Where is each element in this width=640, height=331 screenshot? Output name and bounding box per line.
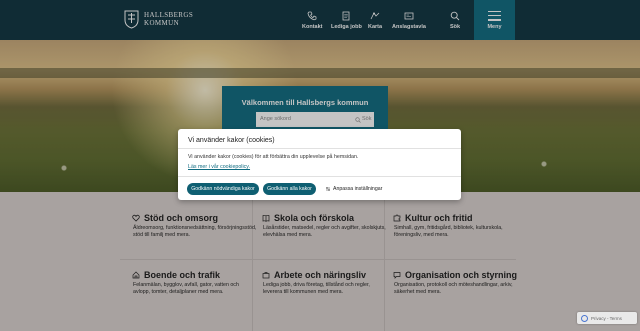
cookie-dialog-text: Vi använder kakor (cookies) för att förb…	[188, 154, 359, 160]
recaptcha-text: Privacy - Terms	[591, 315, 622, 321]
recaptcha-icon	[581, 314, 588, 322]
settings-sliders-icon	[326, 187, 330, 191]
recaptcha-badge[interactable]: Privacy - Terms	[577, 312, 637, 324]
accept-necessary-button[interactable]: Godkänn nödvändiga kakor	[187, 183, 259, 195]
cookie-dialog: Vi använder kakor (cookies) Vi använder …	[178, 129, 461, 200]
divider	[178, 148, 461, 149]
customize-settings-button[interactable]: Anpassa inställningar	[325, 183, 382, 195]
settings-label: Anpassa inställningar	[333, 186, 383, 192]
accept-all-button[interactable]: Godkänn alla kakor	[263, 183, 316, 195]
divider	[178, 176, 461, 177]
cookie-policy-link[interactable]: Läs mer i vår cookiepolicy.	[188, 164, 250, 170]
cookie-dialog-title: Vi använder kakor (cookies)	[188, 137, 275, 144]
